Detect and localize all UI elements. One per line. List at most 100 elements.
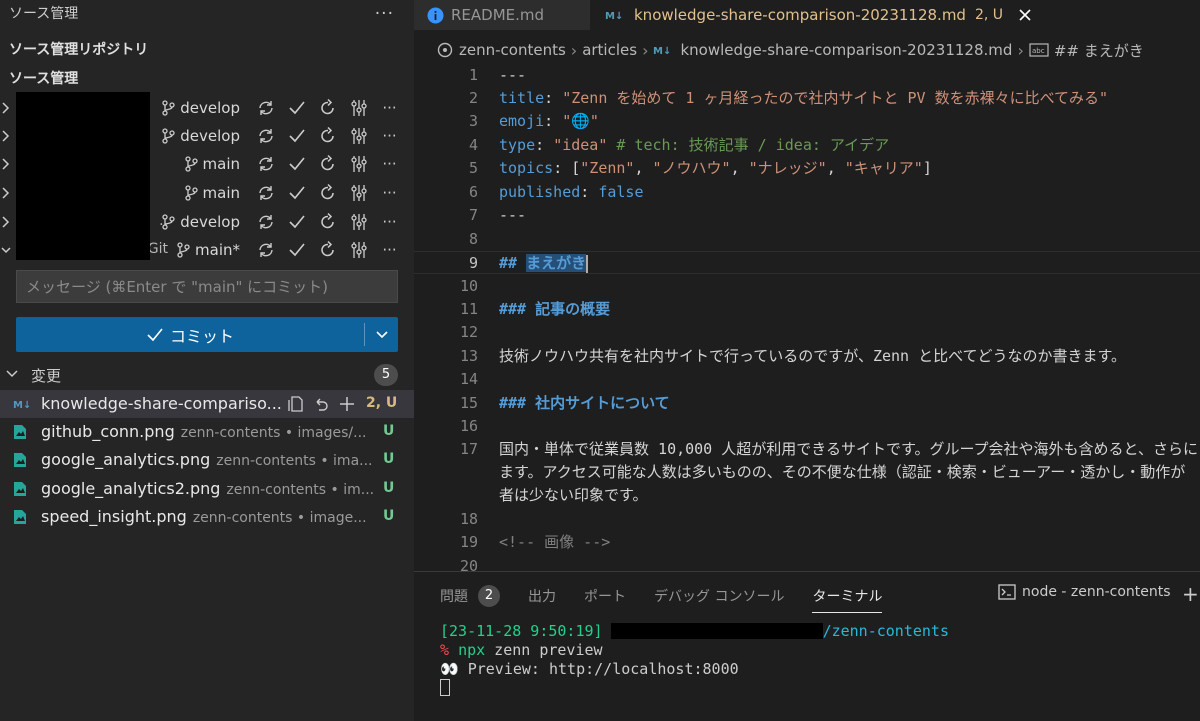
- discard-changes-icon[interactable]: [310, 395, 332, 413]
- sync-icon[interactable]: [250, 212, 281, 232]
- stage-changes-icon[interactable]: [336, 395, 358, 413]
- chevron-right-icon[interactable]: [1, 185, 11, 201]
- check-icon[interactable]: [281, 183, 312, 203]
- image-file-icon: [14, 425, 26, 439]
- code-line: 12: [414, 321, 1200, 344]
- new-terminal-icon[interactable]: +: [1182, 582, 1199, 606]
- markdown-icon: M↓: [653, 46, 671, 56]
- branch-indicator[interactable]: main: [184, 183, 240, 203]
- more-icon[interactable]: ···: [374, 154, 405, 174]
- refresh-icon[interactable]: [312, 154, 343, 174]
- commit-button[interactable]: コミット: [16, 317, 364, 352]
- line-number: 1: [468, 66, 478, 84]
- branch-indicator[interactable]: develop: [162, 212, 240, 232]
- tab-terminal[interactable]: ターミナル: [812, 582, 883, 613]
- changed-file-item[interactable]: google_analytics.png zenn-contents • ima.…: [0, 446, 414, 474]
- editor-area: README.md M↓ knowledge-share-comparison-…: [414, 0, 1200, 721]
- check-icon[interactable]: [281, 98, 312, 118]
- commit-button-group: コミット: [16, 317, 398, 352]
- sync-icon[interactable]: [250, 126, 281, 146]
- more-actions-icon[interactable]: ···: [375, 4, 394, 24]
- check-icon[interactable]: [281, 154, 312, 174]
- code-line-current: 9 ## まえがき: [414, 251, 1200, 274]
- code-line-wrapped: 者は少ない印象です。: [499, 486, 648, 504]
- source-control-section-header[interactable]: ソース管理: [9, 66, 78, 92]
- tab-problems[interactable]: 問題 2: [440, 582, 500, 610]
- breadcrumb-root[interactable]: zenn-contents: [459, 41, 566, 59]
- chevron-right-icon[interactable]: [1, 128, 11, 144]
- chevron-right-icon: ›: [1017, 40, 1024, 60]
- commit-dropdown-button[interactable]: [365, 317, 398, 352]
- repositories-section-header[interactable]: ソース管理リポジトリ: [9, 37, 148, 63]
- branch-indicator[interactable]: main: [184, 154, 240, 174]
- changes-section-header[interactable]: 変更 5: [0, 362, 414, 388]
- chevron-down-icon[interactable]: [1, 242, 11, 258]
- changed-file-item[interactable]: M↓ knowledge-share-compariso... 2, U: [0, 390, 414, 418]
- branch-indicator[interactable]: main*: [177, 240, 240, 260]
- refresh-icon[interactable]: [312, 212, 343, 232]
- more-icon[interactable]: ···: [374, 126, 405, 146]
- changed-file-item[interactable]: speed_insight.png zenn-contents • image..…: [0, 503, 414, 531]
- file-status: U: [383, 480, 395, 496]
- markdown-icon: M↓: [605, 11, 623, 21]
- tab-ports[interactable]: ポート: [584, 582, 626, 610]
- branch-indicator[interactable]: develop: [162, 126, 240, 146]
- close-icon[interactable]: [1018, 8, 1032, 22]
- redacted-path: [610, 623, 823, 639]
- graph-icon[interactable]: [343, 154, 374, 174]
- breadcrumb-folder[interactable]: articles: [582, 41, 637, 59]
- breadcrumb-symbol[interactable]: ## まえがき: [1054, 40, 1144, 61]
- branch-name: main: [202, 155, 240, 173]
- code-line: 17 国内・単体で従業員数 10,000 人超が利用できるサイトです。グループ会社…: [414, 438, 1200, 461]
- image-file-icon: [14, 453, 26, 467]
- tab-debug-console[interactable]: デバッグ コンソール: [654, 582, 784, 610]
- refresh-icon[interactable]: [312, 240, 343, 260]
- graph-icon[interactable]: [343, 212, 374, 232]
- tab-knowledge-share[interactable]: M↓ knowledge-share-comparison-20231128.m…: [590, 0, 1200, 30]
- svg-text:M↓: M↓: [653, 46, 671, 56]
- chevron-right-icon[interactable]: [1, 214, 11, 230]
- refresh-icon[interactable]: [312, 98, 343, 118]
- refresh-icon[interactable]: [312, 126, 343, 146]
- commit-message-box[interactable]: [16, 270, 398, 303]
- graph-icon[interactable]: [343, 98, 374, 118]
- sync-icon[interactable]: [250, 154, 281, 174]
- code-line: 5 topics: ["Zenn", "ノウハウ", "ナレッジ", "キャリア"…: [414, 157, 1200, 180]
- chevron-right-icon[interactable]: [1, 156, 11, 172]
- graph-icon[interactable]: [343, 183, 374, 203]
- changed-file-item[interactable]: google_analytics2.png zenn-contents • im.…: [0, 475, 414, 503]
- commit-message-input[interactable]: [17, 271, 397, 302]
- graph-icon[interactable]: [343, 126, 374, 146]
- tab-output[interactable]: 出力: [528, 582, 556, 610]
- terminal-selector[interactable]: node - zenn-contents: [998, 584, 1171, 600]
- tab-readme[interactable]: README.md: [414, 0, 590, 30]
- line-number: 12: [459, 323, 478, 341]
- code-line: 15 ### 社内サイトについて: [414, 392, 1200, 415]
- code-line: 4 type: "idea" # tech: 技術記事 / idea: アイデア: [414, 134, 1200, 157]
- sync-icon[interactable]: [250, 183, 281, 203]
- open-file-icon[interactable]: [284, 395, 306, 413]
- file-name: knowledge-share-compariso...: [41, 394, 282, 413]
- check-icon[interactable]: [281, 212, 312, 232]
- sync-icon[interactable]: [250, 98, 281, 118]
- more-icon[interactable]: ···: [374, 240, 405, 260]
- branch-name: develop: [180, 213, 240, 231]
- breadcrumb-file[interactable]: knowledge-share-comparison-20231128.md: [680, 41, 1012, 59]
- sync-icon[interactable]: [250, 240, 281, 260]
- commit-label: コミット: [169, 326, 234, 346]
- refresh-icon[interactable]: [312, 183, 343, 203]
- more-icon[interactable]: ···: [374, 212, 405, 232]
- more-icon[interactable]: ···: [374, 98, 405, 118]
- git-branch-icon: [162, 100, 175, 116]
- code-line: 14: [414, 368, 1200, 391]
- chevron-right-icon[interactable]: [1, 100, 11, 116]
- more-icon[interactable]: ···: [374, 183, 405, 203]
- text-cursor: [586, 254, 589, 273]
- terminal-output[interactable]: [23-11-28 9:50:19]/zenn-contents % npx z…: [440, 622, 949, 698]
- check-icon[interactable]: [281, 126, 312, 146]
- graph-icon[interactable]: [343, 240, 374, 260]
- code-editor[interactable]: 1 --- 2 title: "Zenn を始めて 1 ヶ月経ったので社内サイトと …: [414, 64, 1200, 575]
- branch-indicator[interactable]: develop: [162, 98, 240, 118]
- changed-file-item[interactable]: github_conn.png zenn-contents • images/..…: [0, 418, 414, 446]
- check-icon[interactable]: [281, 240, 312, 260]
